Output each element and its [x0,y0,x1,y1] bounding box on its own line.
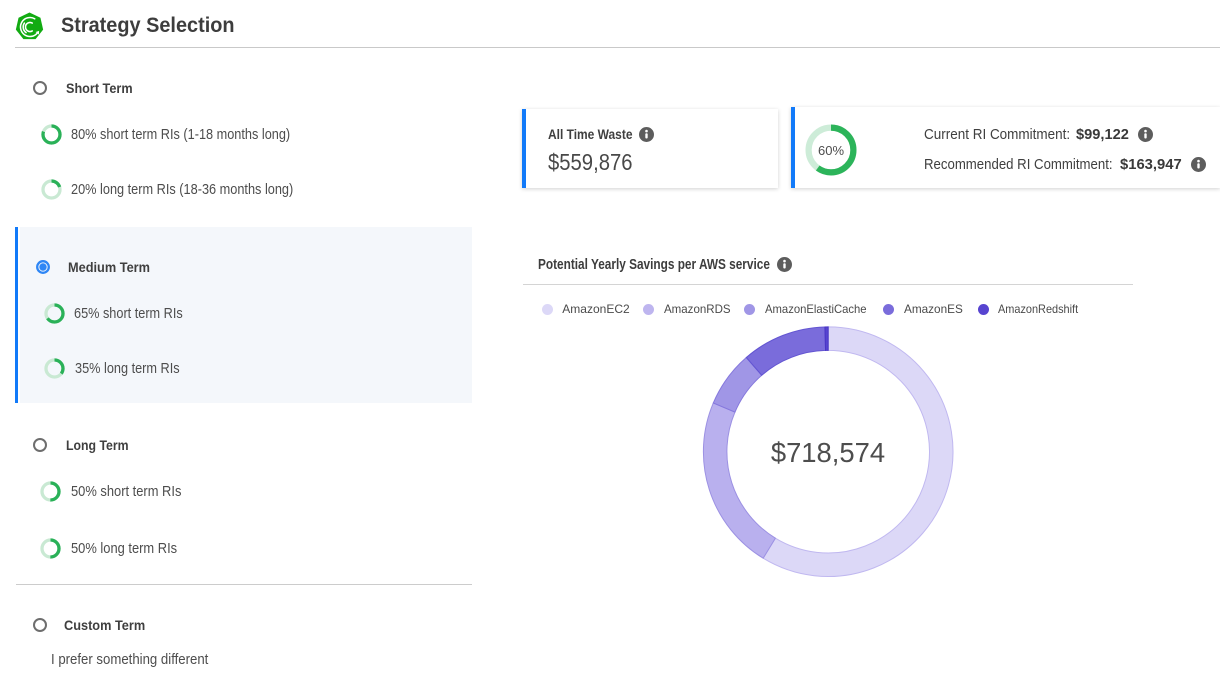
svg-text:60%: 60% [818,142,844,157]
